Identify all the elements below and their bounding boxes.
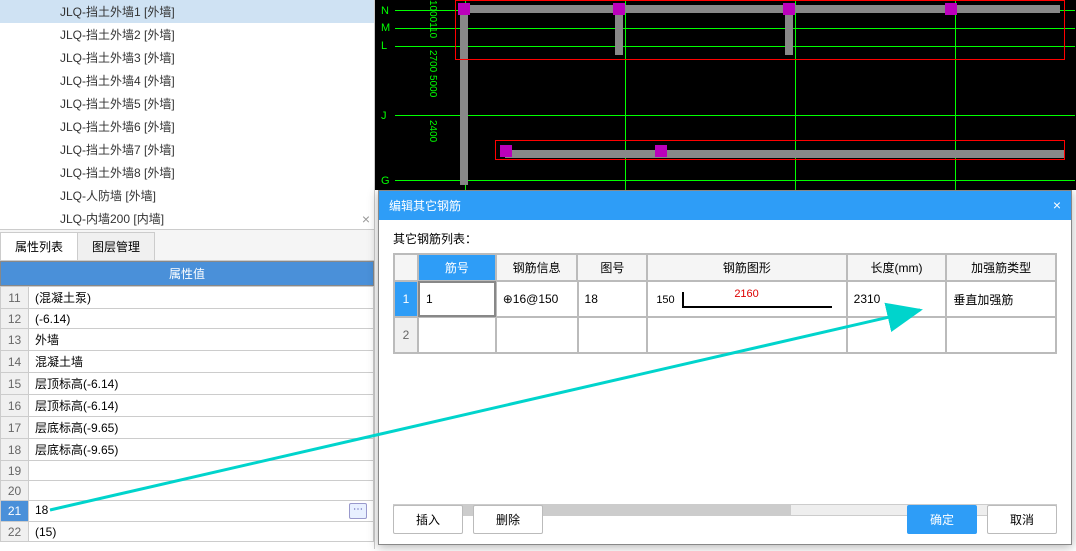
shape-line-h [682, 306, 832, 308]
shape-dim-top: 2160 [734, 288, 758, 300]
prop-row[interactable]: 11(混凝土泵) [1, 287, 374, 309]
cell-jin[interactable]: 1 [418, 281, 496, 317]
prop-value-cell[interactable]: 混凝土墙 [29, 351, 374, 373]
tree-item[interactable]: JLQ-挡土外墙1 [外墙] [0, 0, 374, 23]
tree-item[interactable]: JLQ-内墙200 [内墙] [0, 207, 374, 230]
dim-3: 2400 [427, 120, 438, 142]
axis-m: M [381, 22, 390, 34]
left-panel: JLQ-挡土外墙1 [外墙]JLQ-挡土外墙2 [外墙]JLQ-挡土外墙3 [外… [0, 0, 375, 549]
grid-row-2[interactable]: 2 [394, 317, 1056, 353]
dialog-footer: 插入 删除 确定 取消 [393, 505, 1057, 534]
cell-type[interactable]: 垂直加强筋 [946, 281, 1056, 317]
ok-button[interactable]: 确定 [907, 505, 977, 534]
cell-length[interactable]: 2310 [847, 281, 947, 317]
prop-value-cell[interactable] [29, 461, 374, 481]
prop-value-cell[interactable] [29, 481, 374, 501]
col-info[interactable]: 钢筋信息 [496, 254, 578, 281]
prop-row[interactable]: 20 [1, 481, 374, 501]
prop-rownum: 20 [1, 481, 29, 501]
prop-row[interactable]: 22(15) [1, 522, 374, 542]
prop-value-cell[interactable]: (混凝土泵) [29, 287, 374, 309]
dialog-title-text: 编辑其它钢筋 [389, 197, 461, 214]
axis-l: L [381, 40, 387, 52]
prop-value-cell[interactable]: 层顶标高(-6.14) [29, 395, 374, 417]
col-tuhao[interactable]: 图号 [577, 254, 647, 281]
prop-rownum: 15 [1, 373, 29, 395]
prop-value-cell[interactable]: 层底标高(-9.65) [29, 439, 374, 461]
prop-rownum: 12 [1, 309, 29, 329]
edit-rebar-dialog: 编辑其它钢筋 × 其它钢筋列表： 筋号 钢筋信息 图号 钢筋图形 长度(mm) … [378, 190, 1072, 545]
prop-rownum: 13 [1, 329, 29, 351]
tree-item[interactable]: JLQ-挡土外墙4 [外墙] [0, 69, 374, 92]
cell-info[interactable]: ⊕16@150 [496, 281, 578, 317]
delete-button[interactable]: 删除 [473, 505, 543, 534]
prop-value-cell[interactable]: 外墙 [29, 329, 374, 351]
dim-2: 2700 5000 [427, 50, 438, 97]
prop-rownum: 19 [1, 461, 29, 481]
axis-j: J [381, 110, 387, 122]
prop-row[interactable]: 19 [1, 461, 374, 481]
tab-layers[interactable]: 图层管理 [77, 232, 155, 260]
tree-close-icon[interactable]: × [362, 211, 370, 227]
prop-row[interactable]: 18层底标高(-9.65) [1, 439, 374, 461]
col-type[interactable]: 加强筋类型 [946, 254, 1056, 281]
prop-value-cell[interactable]: (-6.14) [29, 309, 374, 329]
col-jin[interactable]: 筋号 [418, 254, 496, 281]
grid-row-1[interactable]: 1 1 ⊕16@150 18 150 2160 2310 垂直加强筋 [394, 281, 1056, 317]
tab-properties[interactable]: 属性列表 [0, 232, 78, 260]
col-length[interactable]: 长度(mm) [847, 254, 947, 281]
prop-row[interactable]: 12(-6.14) [1, 309, 374, 329]
dialog-body: 其它钢筋列表： 筋号 钢筋信息 图号 钢筋图形 长度(mm) 加强筋类型 1 1… [379, 220, 1071, 526]
grid-corner [394, 254, 418, 281]
prop-rownum: 14 [1, 351, 29, 373]
tree-item[interactable]: JLQ-挡土外墙7 [外墙] [0, 138, 374, 161]
tree-item[interactable]: JLQ-人防墙 [外墙] [0, 184, 374, 207]
insert-button[interactable]: 插入 [393, 505, 463, 534]
cad-canvas[interactable]: N M L J G 1000110 2700 5000 2400 [375, 0, 1076, 190]
prop-row[interactable]: 16层顶标高(-6.14) [1, 395, 374, 417]
prop-value-cell[interactable]: (15) [29, 522, 374, 542]
prop-row[interactable]: 17层底标高(-9.65) [1, 417, 374, 439]
grid-header: 筋号 钢筋信息 图号 钢筋图形 长度(mm) 加强筋类型 [394, 254, 1056, 281]
prop-rownum: 16 [1, 395, 29, 417]
prop-rownum: 18 [1, 439, 29, 461]
close-icon[interactable]: × [1053, 197, 1061, 214]
prop-value-cell[interactable]: ⋯ [29, 501, 374, 522]
row2-num[interactable]: 2 [394, 317, 418, 353]
rebar-grid: 筋号 钢筋信息 图号 钢筋图形 长度(mm) 加强筋类型 1 1 ⊕16@150… [393, 253, 1057, 354]
tree-item[interactable]: JLQ-挡土外墙5 [外墙] [0, 92, 374, 115]
prop-value-cell[interactable]: 层底标高(-9.65) [29, 417, 374, 439]
cell-tuhao[interactable]: 18 [578, 281, 648, 317]
prop-rownum: 21 [1, 501, 29, 522]
tree-item[interactable]: JLQ-挡土外墙3 [外墙] [0, 46, 374, 69]
prop-row[interactable]: 13外墙 [1, 329, 374, 351]
prop-scroll[interactable]: 11(混凝土泵)12(-6.14)13外墙14混凝土墙15层顶标高(-6.14)… [0, 286, 374, 551]
dialog-titlebar[interactable]: 编辑其它钢筋 × [379, 191, 1071, 220]
tree-item[interactable]: JLQ-挡土外墙8 [外墙] [0, 161, 374, 184]
property-table: 11(混凝土泵)12(-6.14)13外墙14混凝土墙15层顶标高(-6.14)… [0, 286, 374, 542]
prop-rownum: 22 [1, 522, 29, 542]
axis-n: N [381, 5, 389, 17]
ellipsis-button[interactable]: ⋯ [349, 503, 367, 519]
tree-area: JLQ-挡土外墙1 [外墙]JLQ-挡土外墙2 [外墙]JLQ-挡土外墙3 [外… [0, 0, 374, 230]
prop-row[interactable]: 21 ⋯ [1, 501, 374, 522]
shape-dim-left: 150 [656, 294, 674, 306]
prop-value-input[interactable] [35, 503, 334, 517]
property-tabs: 属性列表 图层管理 [0, 230, 374, 261]
cell-shape[interactable]: 150 2160 [647, 281, 846, 317]
prop-rownum: 17 [1, 417, 29, 439]
prop-row[interactable]: 15层顶标高(-6.14) [1, 373, 374, 395]
row1-num[interactable]: 1 [394, 281, 418, 317]
dim-1: 1000110 [427, 0, 438, 38]
axis-g: G [381, 175, 390, 187]
tree-item[interactable]: JLQ-挡土外墙2 [外墙] [0, 23, 374, 46]
list-label: 其它钢筋列表： [393, 230, 1057, 247]
prop-value-cell[interactable]: 层顶标高(-6.14) [29, 373, 374, 395]
prop-rownum: 11 [1, 287, 29, 309]
tree-item[interactable]: JLQ-挡土外墙6 [外墙] [0, 115, 374, 138]
prop-header: 属性值 [0, 261, 374, 286]
cancel-button[interactable]: 取消 [987, 505, 1057, 534]
col-shape[interactable]: 钢筋图形 [647, 254, 846, 281]
prop-row[interactable]: 14混凝土墙 [1, 351, 374, 373]
